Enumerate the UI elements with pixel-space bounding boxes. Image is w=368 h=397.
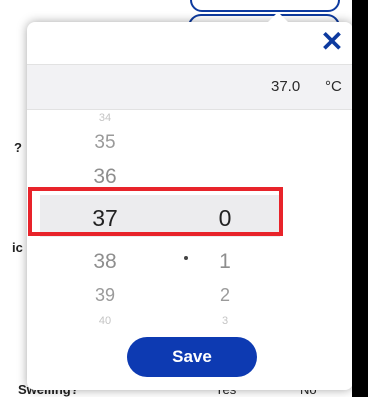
- integer-option[interactable]: 36: [80, 165, 130, 189]
- close-icon[interactable]: ✕: [318, 28, 346, 56]
- temperature-value: 37.0: [271, 78, 301, 95]
- integer-option[interactable]: 38: [80, 250, 130, 274]
- integer-option[interactable]: 39: [80, 285, 130, 306]
- background-text-2: ic: [12, 240, 23, 255]
- save-button[interactable]: Save: [127, 337, 257, 377]
- integer-option[interactable]: 40: [80, 315, 130, 327]
- value-display-bar: [27, 64, 353, 110]
- decimal-option[interactable]: 3: [200, 315, 250, 327]
- decimal-option[interactable]: 2: [200, 285, 250, 306]
- temperature-unit: °C: [325, 78, 342, 95]
- decimal-option[interactable]: 1: [200, 250, 250, 274]
- screen-edge: [352, 0, 368, 397]
- integer-option[interactable]: 34: [80, 112, 130, 124]
- background-pill: [190, 0, 340, 12]
- selection-highlight-box: [28, 187, 283, 236]
- popup-arrow: [266, 12, 290, 24]
- background-text-1: ?: [14, 140, 22, 155]
- integer-option[interactable]: 35: [80, 132, 130, 154]
- decimal-separator-dot: [184, 256, 188, 260]
